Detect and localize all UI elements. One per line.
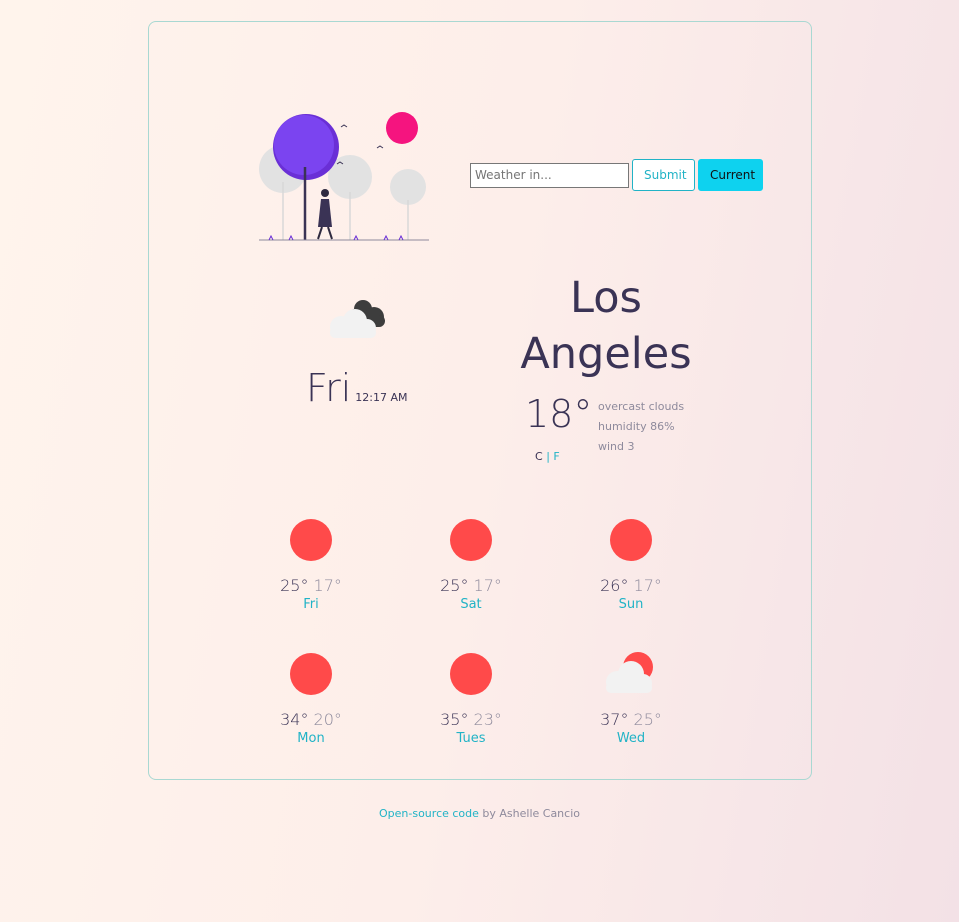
current-time: 12:17 AM: [355, 391, 408, 404]
sun-icon: [290, 519, 332, 561]
current-day-time: Fri 12:17 AM: [306, 366, 408, 410]
sun-icon: [450, 653, 492, 695]
forecast-high: 26°: [600, 576, 629, 595]
forecast-low: 23°: [473, 710, 502, 729]
forecast-low: 20°: [313, 710, 342, 729]
forecast-high: 37°: [600, 710, 629, 729]
forecast-day: Wed: [616, 731, 646, 746]
footer: Open-source code by Ashelle Cancio: [0, 807, 959, 820]
forecast-high: 34°: [280, 710, 309, 729]
forecast-item: 35° 23° Tues: [411, 646, 531, 746]
forecast-low: 25°: [633, 710, 662, 729]
city-name: Los Angeles: [520, 273, 692, 379]
humidity-value: humidity 86%: [598, 420, 675, 433]
sun-icon: [290, 653, 332, 695]
forecast-day: Mon: [297, 731, 325, 746]
city-search-input[interactable]: [470, 162, 629, 188]
unit-separator: |: [546, 450, 550, 463]
submit-button[interactable]: Submit: [632, 159, 695, 191]
forecast-low: 17°: [313, 576, 342, 595]
search-form: Submit Current: [470, 159, 763, 191]
wind-value: wind 3: [598, 440, 635, 453]
forecast-day: Sat: [460, 597, 482, 612]
forecast-high: 35°: [440, 710, 469, 729]
weather-details: overcast clouds humidity 86% wind 3: [598, 397, 684, 457]
weather-illustration: [259, 112, 429, 241]
forecast-day: Tues: [456, 731, 486, 746]
author-credit: by Ashelle Cancio: [478, 807, 580, 820]
partly-cloudy-icon: [606, 652, 653, 693]
overcast-clouds-icon: [330, 300, 385, 338]
forecast-item: 25° 17° Sat: [411, 512, 531, 612]
forecast-item: 34° 20° Mon: [251, 646, 371, 746]
forecast-item: 26° 17° Sun: [571, 512, 691, 612]
forecast-day: Fri: [303, 597, 319, 612]
forecast-high: 25°: [440, 576, 469, 595]
forecast-item: 37° 25° Wed: [571, 646, 691, 746]
sun-icon: [450, 519, 492, 561]
forecast-day: Sun: [618, 597, 644, 612]
source-code-link[interactable]: Open-source code: [379, 807, 479, 820]
current-day: Fri: [306, 366, 352, 410]
sun-icon: [610, 519, 652, 561]
forecast-item: 25° 17° Fri: [251, 512, 371, 612]
fahrenheit-link[interactable]: F: [553, 450, 559, 463]
unit-toggle: C | F: [535, 450, 560, 463]
weather-description: overcast clouds: [598, 400, 685, 413]
celsius-link[interactable]: C: [535, 450, 543, 463]
forecast-low: 17°: [633, 576, 662, 595]
forecast-high: 25°: [280, 576, 309, 595]
current-location-button[interactable]: Current: [698, 159, 763, 191]
forecast-low: 17°: [473, 576, 502, 595]
weather-card: Submit Current Fri 12:17 AM Los Angeles …: [148, 21, 812, 780]
current-temperature: 18°: [525, 392, 593, 436]
